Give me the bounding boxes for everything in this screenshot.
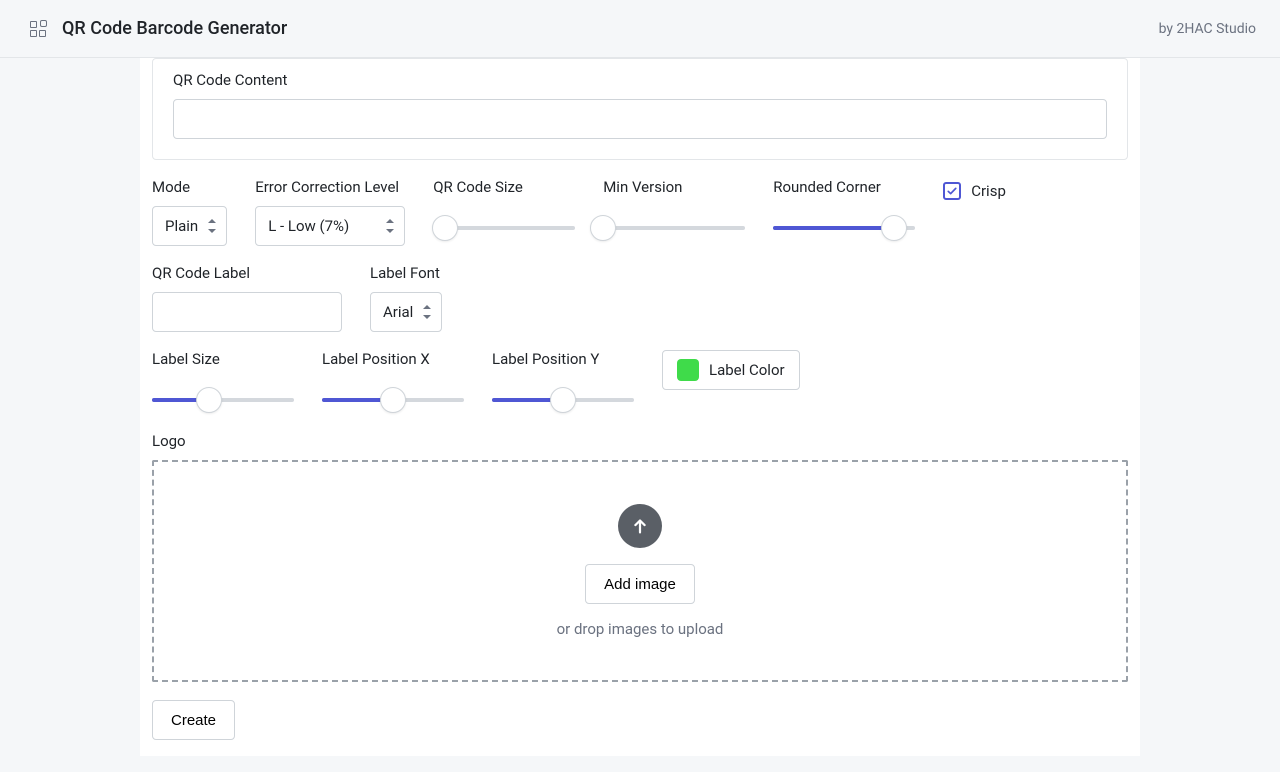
labelsize-col: Label Size <box>152 350 294 414</box>
form-canvas: QR Code Content Mode Plain Error Correct… <box>140 58 1140 756</box>
drop-hint: or drop images to upload <box>557 620 724 638</box>
labelposx-slider[interactable] <box>322 378 464 414</box>
studio-name: 2HAC Studio <box>1176 21 1256 37</box>
logo-section-label: Logo <box>152 432 1128 450</box>
size-slider[interactable] <box>433 206 575 242</box>
qr-content-box: QR Code Content <box>152 58 1128 160</box>
app-grid-icon <box>30 21 46 37</box>
mode-value: Plain <box>165 217 198 235</box>
qrlabel-label: QR Code Label <box>152 264 342 282</box>
labelsize-slider[interactable] <box>152 378 294 414</box>
mode-label: Mode <box>152 178 227 196</box>
labelposy-slider[interactable] <box>492 378 634 414</box>
font-value: Arial <box>383 303 413 321</box>
minver-slider[interactable] <box>603 206 745 242</box>
size-label: QR Code Size <box>433 178 575 196</box>
app-header: QR Code Barcode Generator by 2HAC Studio <box>0 0 1280 58</box>
mode-select[interactable]: Plain <box>152 206 227 246</box>
rounded-col: Rounded Corner <box>773 178 915 242</box>
labelposx-label: Label Position X <box>322 350 464 368</box>
crisp-checkbox[interactable] <box>943 182 961 200</box>
crisp-col: Crisp <box>943 178 1006 200</box>
minver-col: Min Version <box>603 178 745 242</box>
by-prefix: by <box>1159 21 1177 37</box>
qr-content-label: QR Code Content <box>173 71 1107 89</box>
ecc-label: Error Correction Level <box>255 178 405 196</box>
labelcolor-col: Label Color <box>662 350 800 390</box>
mode-col: Mode Plain <box>152 178 227 246</box>
labelposy-col: Label Position Y <box>492 350 634 414</box>
chevron-updown-icon <box>208 219 218 233</box>
ecc-select[interactable]: L - Low (7%) <box>255 206 405 246</box>
labelcolor-label: Label Color <box>709 361 785 379</box>
font-select[interactable]: Arial <box>370 292 442 332</box>
options-row-2: QR Code Label Label Font Arial <box>152 264 1128 332</box>
add-image-button[interactable]: Add image <box>585 564 695 604</box>
options-row-3: Label Size Label Position X <box>152 350 1128 414</box>
rounded-slider[interactable] <box>773 206 915 242</box>
qr-content-input[interactable] <box>173 99 1107 139</box>
crisp-label: Crisp <box>971 182 1006 200</box>
upload-icon <box>618 504 662 548</box>
app-title: QR Code Barcode Generator <box>62 18 287 39</box>
options-row-1: Mode Plain Error Correction Level L - Lo… <box>152 178 1128 246</box>
main-area: QR Code Content Mode Plain Error Correct… <box>0 58 1280 772</box>
size-col: QR Code Size <box>433 178 575 242</box>
labelsize-label: Label Size <box>152 350 294 368</box>
labelposy-label: Label Position Y <box>492 350 634 368</box>
font-label: Label Font <box>370 264 442 282</box>
rounded-label: Rounded Corner <box>773 178 915 196</box>
minver-label: Min Version <box>603 178 745 196</box>
labelposx-col: Label Position X <box>322 350 464 414</box>
create-button[interactable]: Create <box>152 700 235 740</box>
font-col: Label Font Arial <box>370 264 442 332</box>
header-byline: by 2HAC Studio <box>1159 21 1256 37</box>
check-icon <box>946 185 958 197</box>
chevron-updown-icon <box>423 305 433 319</box>
logo-dropzone[interactable]: Add image or drop images to upload <box>152 460 1128 682</box>
ecc-value: L - Low (7%) <box>268 217 349 235</box>
ecc-col: Error Correction Level L - Low (7%) <box>255 178 405 246</box>
labelcolor-button[interactable]: Label Color <box>662 350 800 390</box>
color-swatch <box>677 359 699 381</box>
chevron-updown-icon <box>386 219 396 233</box>
header-left: QR Code Barcode Generator <box>30 18 287 39</box>
qrlabel-input[interactable] <box>152 292 342 332</box>
qrlabel-col: QR Code Label <box>152 264 342 332</box>
